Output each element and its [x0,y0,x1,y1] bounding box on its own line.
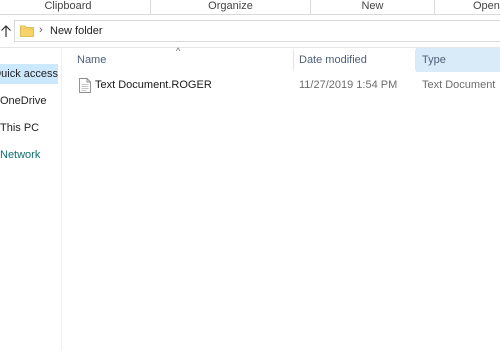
file-date-modified: 11/27/2019 1:54 PM [299,79,398,91]
text-document-icon [79,78,91,93]
address-bar[interactable]: › New folder [14,20,500,42]
ribbon-group-new: New [311,0,435,14]
column-header-date-modified[interactable]: Date modified [293,48,415,72]
up-arrow-icon[interactable] [0,24,12,38]
nav-item-label: Quick access [0,68,58,80]
nav-item-network[interactable]: Network [0,145,58,165]
nav-item-label: This PC [0,122,40,134]
nav-item-label: OneDrive [0,95,47,107]
ribbon-group-clipboard: Clipboard [0,0,151,14]
file-row[interactable]: Text Document.ROGER 11/27/2019 1:54 PM T… [61,76,500,96]
file-list-pane: ^ Name Date modified Type Text Document.… [61,46,500,350]
column-header-row: ^ Name Date modified Type [61,46,500,72]
breadcrumb-separator-icon[interactable]: › [39,24,43,36]
nav-item-this-pc[interactable]: This PC [0,118,58,138]
file-name: Text Document.ROGER [95,79,212,91]
column-header-type[interactable]: Type [416,48,500,72]
breadcrumb-new-folder[interactable]: New folder [50,25,103,37]
address-row: › New folder [0,15,500,48]
ribbon-group-organize: Organize [151,0,311,14]
ribbon-group-labels: Clipboard Organize New Open [0,0,500,15]
navigation-pane: Quick access OneDrive This PC Network [0,48,62,350]
folder-icon [20,25,34,37]
file-type: Text Document [422,79,496,91]
ribbon-group-open: Open [473,0,500,12]
nav-item-onedrive[interactable]: OneDrive [0,91,58,111]
nav-item-label: Network [0,149,41,161]
column-header-name[interactable]: Name [71,48,293,72]
nav-item-quick-access[interactable]: Quick access [0,64,58,84]
